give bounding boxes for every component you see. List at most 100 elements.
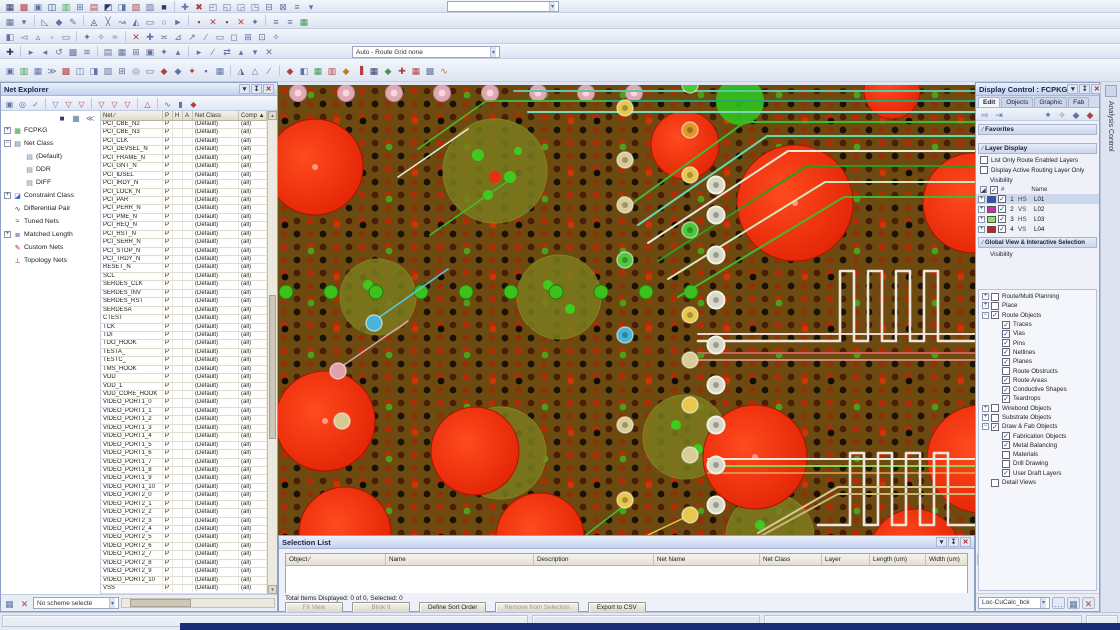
browse-icon[interactable]: …: [1052, 597, 1065, 609]
visibility-checkbox[interactable]: ✓: [991, 423, 999, 431]
visibility-checkbox[interactable]: [991, 479, 999, 487]
toolbar-icon[interactable]: ▦: [3, 0, 17, 12]
toolbar-icon[interactable]: ▽: [49, 98, 62, 109]
visibility-tree-item[interactable]: ✓Fabrication Objects: [979, 431, 1096, 440]
toolbar-icon[interactable]: ◳: [248, 0, 262, 12]
net-table-header[interactable]: Net ∕PHANet ClassComp ▲: [101, 111, 267, 121]
net-row[interactable]: VDDP(Default)(all): [101, 374, 267, 382]
toolbar-icon[interactable]: ▪: [199, 64, 213, 76]
toolbar-icon[interactable]: ►: [171, 15, 185, 27]
toolbar-icon[interactable]: ▦: [70, 113, 82, 123]
selection-list-titlebar[interactable]: Selection List ▾ ↧ ✕: [279, 536, 974, 549]
toolbar-icon[interactable]: ▩: [66, 45, 80, 57]
visibility-checkbox[interactable]: [1002, 367, 1010, 375]
net-row[interactable]: VIDEO_PORT1_4P(Default)(all): [101, 433, 267, 441]
column-hash[interactable]: #: [1001, 187, 1004, 193]
toolbar-icon[interactable]: ⇄: [220, 45, 234, 57]
toolbar-icon[interactable]: ▭: [213, 30, 227, 42]
net-row[interactable]: VDD_CORE_HOOKP(Default)(all): [101, 391, 267, 399]
layer-expander[interactable]: +: [978, 196, 985, 203]
toolbar-icon[interactable]: ▦: [115, 45, 129, 57]
visibility-tree-item[interactable]: ✓Traces: [979, 320, 1096, 329]
net-row[interactable]: PCI_LOCK_NP(Default)(all): [101, 189, 267, 197]
net-row[interactable]: TDIP(Default)(all): [101, 332, 267, 340]
option-route-enabled-layers[interactable]: List Only Route Enabled Layers: [980, 156, 1099, 164]
close-icon[interactable]: ✕: [263, 84, 274, 94]
toolbar-icon[interactable]: ◱: [220, 0, 234, 12]
toolbar-icon[interactable]: ◆: [171, 64, 185, 76]
toolbar-icon[interactable]: ✕: [206, 15, 220, 27]
tree-expander[interactable]: +: [982, 414, 989, 421]
tree-expander[interactable]: +: [4, 192, 11, 199]
toolbar-icon[interactable]: ▦: [3, 15, 17, 27]
net-row[interactable]: PCI_CBE_N3P(Default)(all): [101, 129, 267, 137]
header-checkbox[interactable]: ✓: [990, 186, 998, 194]
toolbar-icon[interactable]: ◫: [45, 0, 59, 12]
toolbar-icon[interactable]: ✚: [143, 30, 157, 42]
toolbar-icon[interactable]: ▾: [304, 0, 318, 12]
menu-icon[interactable]: ▾: [936, 537, 947, 547]
tab-edit[interactable]: Edit: [978, 97, 1000, 107]
visibility-tree-item[interactable]: Drill Drawing: [979, 459, 1096, 468]
net-row[interactable]: VIDEO_PORT1_0P(Default)(all): [101, 399, 267, 407]
toolbar-icon[interactable]: ∕: [206, 45, 220, 57]
toolbar-icon[interactable]: ▣: [3, 64, 17, 76]
toolbar-icon[interactable]: ▴: [171, 45, 185, 57]
column-header[interactable]: Layer: [822, 554, 870, 565]
dc-scheme-combo[interactable]: Loc-CuCalc_bck ▾: [978, 597, 1050, 609]
toolbar-icon[interactable]: ≫: [45, 64, 59, 76]
column-header[interactable]: Comp ▲: [239, 111, 267, 120]
toolbar-icon[interactable]: ◆: [339, 64, 353, 76]
net-row[interactable]: VIDEO_PORT1_5P(Default)(all): [101, 442, 267, 450]
toolbar-icon[interactable]: ◆: [1083, 108, 1097, 120]
net-row[interactable]: PCI_FRAME_NP(Default)(all): [101, 155, 267, 163]
global-view-section[interactable]: ∕ Global View & Interactive Selection: [978, 237, 1097, 248]
toolbar-icon[interactable]: ∿: [161, 98, 174, 109]
layer-row[interactable]: +✓1HSL01: [976, 194, 1099, 204]
net-row[interactable]: SERDES_CLKP(Default)(all): [101, 281, 267, 289]
toolbar-icon[interactable]: ◂: [38, 45, 52, 57]
net-row[interactable]: PCI_PERR_NP(Default)(all): [101, 205, 267, 213]
visibility-tree-item[interactable]: −✓Route Objects: [979, 311, 1096, 320]
scroll-up-icon[interactable]: ▴: [268, 111, 277, 120]
toolbar-icon[interactable]: ⇥: [992, 108, 1006, 120]
menu-icon[interactable]: ▾: [1067, 84, 1078, 94]
selection-table-header[interactable]: Object ∕NameDescriptionNet NameNet Class…: [286, 554, 967, 566]
layer-visibility-checkbox[interactable]: ✓: [998, 215, 1006, 223]
toolbar-icon[interactable]: ◭: [129, 15, 143, 27]
net-row[interactable]: VIDEO_PORT1_8P(Default)(all): [101, 467, 267, 475]
toolbar-icon[interactable]: ◧: [297, 64, 311, 76]
toolbar-icon[interactable]: ◨: [115, 0, 129, 12]
toolbar-icon[interactable]: ✓: [29, 98, 42, 109]
visibility-tree-item[interactable]: ✓Route Areas: [979, 376, 1096, 385]
layer-color-swatch[interactable]: [987, 206, 996, 213]
toolbar-icon[interactable]: ✕: [234, 15, 248, 27]
tree-item[interactable]: ≈Tuned Nets: [1, 215, 100, 228]
net-row[interactable]: VIDEO_PORT1_3P(Default)(all): [101, 425, 267, 433]
tab-fab[interactable]: Fab: [1068, 97, 1089, 107]
option-active-routing-layer[interactable]: Display Active Routing Layer Only: [980, 166, 1099, 174]
tree-item[interactable]: ▤DIFF: [1, 176, 100, 189]
toolbar-icon[interactable]: ✕: [129, 30, 143, 42]
column-name[interactable]: Name: [1031, 187, 1047, 193]
net-row[interactable]: RESET_NP(Default)(all): [101, 264, 267, 272]
toolbar-icon[interactable]: ▣: [3, 98, 16, 109]
tab-graphic[interactable]: Graphic: [1034, 97, 1067, 107]
tree-item[interactable]: ∿Differential Pair: [1, 202, 100, 215]
toolbar-icon[interactable]: ▤: [101, 45, 115, 57]
layer-expander[interactable]: +: [978, 226, 985, 233]
delete-scheme-icon[interactable]: ✕: [1082, 597, 1095, 609]
toolbar-icon[interactable]: ✧: [1055, 108, 1069, 120]
visibility-checkbox[interactable]: ✓: [1002, 321, 1010, 329]
visibility-checkbox[interactable]: ✓: [1002, 376, 1010, 384]
net-row[interactable]: VIDEO_PORT2_5P(Default)(all): [101, 534, 267, 542]
layer-visibility-checkbox[interactable]: ✓: [998, 225, 1006, 233]
layer-color-swatch[interactable]: [987, 226, 996, 233]
layer-expander[interactable]: +: [978, 216, 985, 223]
visibility-checkbox[interactable]: ✓: [1002, 441, 1010, 449]
toolbar-icon[interactable]: ▽: [95, 98, 108, 109]
tree-item[interactable]: ⊥Topology Nets: [1, 254, 100, 267]
toolbar-icon[interactable]: ≪: [84, 113, 96, 123]
tree-item[interactable]: −▤Net Class: [1, 137, 100, 150]
layer-row[interactable]: +✓2VSL02: [976, 204, 1099, 214]
